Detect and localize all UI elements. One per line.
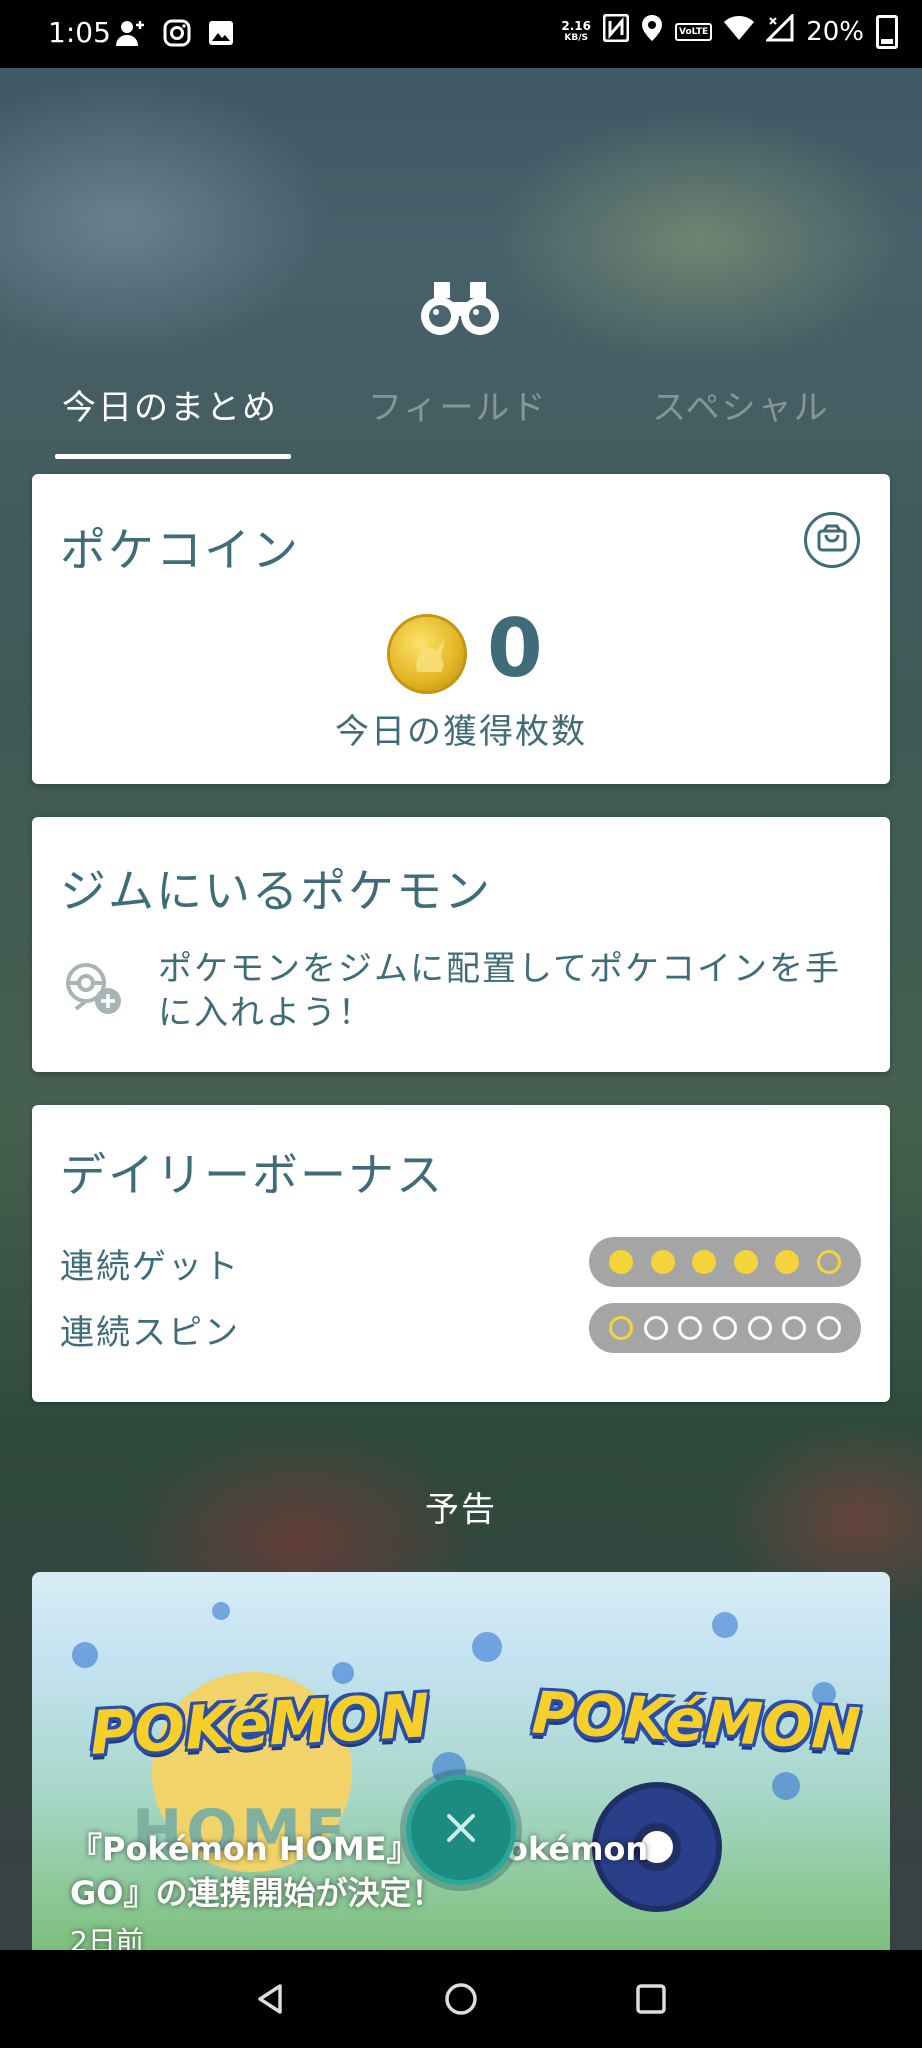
recents-icon [636, 1984, 666, 2014]
catch-streak-progress [589, 1237, 861, 1287]
pokecoin-count: 0 [487, 602, 543, 695]
system-nav-bar [0, 1950, 922, 2048]
status-bar: 1:05 2.16 KB/S VoLTE 20% [0, 0, 922, 68]
streak-dot [692, 1250, 717, 1274]
status-time: 1:05 [48, 16, 111, 49]
active-tab-indicator [55, 454, 291, 459]
gym-add-icon [62, 957, 124, 1019]
streak-dot [650, 1250, 675, 1274]
section-label-upcoming: 予告 [425, 1490, 497, 1530]
tab-today-summary[interactable]: 今日のまとめ [62, 380, 278, 429]
add-person-icon [116, 18, 146, 48]
streak-dot [712, 1316, 737, 1340]
battery-percent: 20% [806, 16, 864, 47]
recents-button[interactable] [626, 1974, 676, 2024]
news-blob [772, 1772, 800, 1800]
daily-bonus-title: デイリーボーナス [60, 1148, 444, 1202]
news-blob [212, 1602, 230, 1620]
battery-icon [876, 14, 898, 49]
wifi-icon [724, 15, 755, 48]
streak-dot [747, 1316, 772, 1340]
streak-dot [733, 1250, 758, 1274]
catch-streak-label: 連続ゲット [60, 1247, 240, 1287]
pokecoin-title: ポケコイン [60, 523, 300, 577]
streak-dot [609, 1316, 633, 1340]
streak-dot [643, 1316, 668, 1340]
shop-button[interactable] [804, 512, 860, 568]
pokecoin-card: ポケコイン 0 今日の獲得枚数 [32, 474, 890, 784]
gym-message: ポケモンをジムに配置してポケコインを手に入れよう！ [158, 949, 841, 1033]
pokecoin-subtitle: 今日の獲得枚数 [335, 712, 587, 752]
home-button[interactable] [436, 1974, 486, 2024]
news-blob [332, 1662, 354, 1684]
tab-bar: 今日のまとめ フィールド スペシャル [0, 368, 922, 464]
shopping-bag-icon [816, 524, 848, 556]
gym-title: ジムにいるポケモン [60, 864, 492, 918]
close-icon [443, 1810, 479, 1850]
status-right-group: 2.16 KB/S VoLTE 20% [561, 12, 898, 49]
back-icon [258, 1984, 282, 2014]
gym-card[interactable]: ジムにいるポケモン ポケモンをジムに配置してポケコインを手に入れよう！ [32, 817, 890, 1072]
network-speed: 2.16 KB/S [561, 20, 591, 44]
signal-icon [764, 12, 794, 49]
pokecoin-icon [387, 614, 467, 694]
binoculars-icon [420, 274, 500, 340]
home-circle-icon [445, 1983, 477, 2015]
instagram-icon [162, 18, 192, 48]
gallery-icon [206, 18, 236, 48]
back-button[interactable] [246, 1974, 296, 2024]
pokemon-home-logo: POKéMON [88, 1681, 432, 1769]
news-blob [472, 1632, 502, 1662]
news-time: 2日前 [70, 1925, 144, 1952]
streak-dot [816, 1250, 841, 1274]
streak-dot [609, 1250, 633, 1274]
news-card[interactable]: POKéMON HOME POKéMON 『Pokémon HOME』と『Pok… [32, 1572, 890, 1952]
network-speed-unit: KB/S [564, 32, 588, 43]
streak-dot [816, 1316, 841, 1340]
spin-streak-progress [589, 1303, 861, 1353]
tab-special[interactable]: スペシャル [652, 380, 830, 429]
news-blob [712, 1612, 738, 1638]
location-icon [641, 14, 663, 49]
streak-dot [678, 1316, 703, 1340]
tab-field[interactable]: フィールド [368, 380, 547, 429]
network-speed-value: 2.16 [561, 18, 591, 33]
news-blob [72, 1642, 98, 1668]
streak-dot [775, 1250, 800, 1274]
nfc-icon [602, 13, 630, 49]
close-button[interactable] [406, 1775, 516, 1885]
volte-icon: VoLTE [675, 22, 713, 41]
daily-bonus-card: デイリーボーナス 連続ゲット 連続スピン [32, 1105, 890, 1402]
streak-dot [782, 1316, 807, 1340]
news-title: 『Pokémon HOME』と『Pokémon GO』の連携開始が決定！ [70, 1830, 649, 1912]
spin-streak-label: 連続スピン [60, 1313, 240, 1353]
